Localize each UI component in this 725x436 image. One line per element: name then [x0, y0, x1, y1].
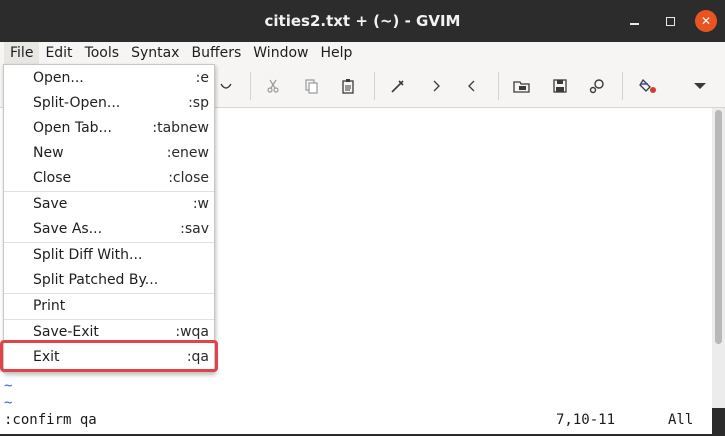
menu-buffers[interactable]: Buffers — [185, 42, 247, 64]
menu-item-shortcut: :enew — [166, 145, 209, 161]
vertical-scrollbar[interactable] — [712, 108, 725, 408]
menu-syntax[interactable]: Syntax — [125, 42, 185, 64]
menu-window[interactable]: Window — [247, 42, 314, 64]
find-next-icon[interactable] — [426, 76, 446, 96]
window-controls: ✕ — [623, 0, 717, 42]
menu-item-label: Save-Exit — [33, 324, 99, 340]
save-session-icon[interactable] — [550, 76, 570, 96]
menu-item-split-patched[interactable]: Split Patched By... — [4, 268, 214, 293]
cut-icon[interactable] — [263, 76, 283, 96]
scroll-percent: All — [668, 412, 694, 428]
empty-line-tilde: ~ — [4, 378, 13, 394]
menu-item-label: Print — [33, 298, 66, 314]
menu-item-label: Save As... — [33, 221, 103, 237]
menu-edit[interactable]: Edit — [39, 42, 78, 64]
command-text: :confirm qa — [4, 412, 97, 428]
menu-item-save-as[interactable]: Save As... :sav — [4, 217, 214, 242]
menu-item-new[interactable]: New :enew — [4, 141, 214, 166]
menu-item-label: Split-Open... — [33, 95, 121, 111]
find-prev-icon[interactable] — [462, 76, 482, 96]
command-line: :confirm qa 7,10-11 All — [0, 408, 712, 434]
paste-icon[interactable] — [338, 76, 358, 96]
title-bar: cities2.txt + (~) - GVIM ✕ — [0, 0, 725, 42]
close-icon[interactable]: ✕ — [695, 10, 717, 32]
menu-item-close[interactable]: Close :close — [4, 166, 214, 191]
menu-item-label: Split Diff With... — [33, 247, 143, 263]
menu-item-label: New — [33, 145, 64, 161]
toolbar-separator — [622, 72, 623, 100]
menu-item-label: Open... — [33, 70, 84, 86]
copy-icon[interactable] — [301, 76, 321, 96]
menu-item-print[interactable]: Print — [4, 294, 214, 319]
minimize-icon[interactable] — [623, 10, 645, 32]
load-session-icon[interactable] — [512, 76, 532, 96]
menu-bar: File Edit Tools Syntax Buffers Window He… — [0, 42, 725, 64]
run-script-icon[interactable] — [587, 76, 607, 96]
window-title: cities2.txt + (~) - GVIM — [264, 12, 461, 30]
toolbar-separator — [250, 72, 251, 100]
menu-item-shortcut: :sp — [188, 95, 209, 111]
toolbar-separator — [374, 72, 375, 100]
maximize-icon[interactable] — [659, 10, 681, 32]
make-icon[interactable] — [638, 76, 658, 96]
menu-item-split-diff[interactable]: Split Diff With... — [4, 243, 214, 268]
menu-tools[interactable]: Tools — [79, 42, 126, 64]
exit-highlight-box — [0, 340, 218, 372]
redo-icon[interactable] — [216, 76, 236, 96]
menu-item-shortcut: :e — [195, 70, 209, 86]
file-menu-dropdown: Open... :e Split-Open... :sp Open Tab...… — [3, 64, 215, 373]
cursor-position: 7,10-11 — [556, 412, 616, 428]
scrollbar-thumb[interactable] — [715, 110, 722, 344]
menu-item-label: Save — [33, 196, 68, 212]
menu-item-save[interactable]: Save :w — [4, 192, 214, 217]
menu-item-label: Close — [33, 170, 72, 186]
more-chevron-icon[interactable] — [690, 76, 710, 96]
menu-item-shortcut: :w — [192, 196, 209, 212]
menu-item-shortcut: :wqa — [175, 324, 209, 340]
menu-help[interactable]: Help — [314, 42, 358, 64]
menu-file[interactable]: File — [4, 42, 40, 64]
menu-item-shortcut: :close — [168, 170, 209, 186]
find-replace-icon[interactable] — [388, 76, 408, 96]
menu-item-open[interactable]: Open... :e — [4, 66, 214, 91]
toolbar-separator — [498, 72, 499, 100]
menu-item-label: Open Tab... — [33, 120, 112, 136]
menu-item-split-open[interactable]: Split-Open... :sp — [4, 91, 214, 116]
menu-item-shortcut: :sav — [180, 221, 209, 237]
menu-item-label: Split Patched By... — [33, 272, 159, 288]
menu-item-open-tab[interactable]: Open Tab... :tabnew — [4, 116, 214, 141]
menu-item-shortcut: :tabnew — [152, 120, 209, 136]
